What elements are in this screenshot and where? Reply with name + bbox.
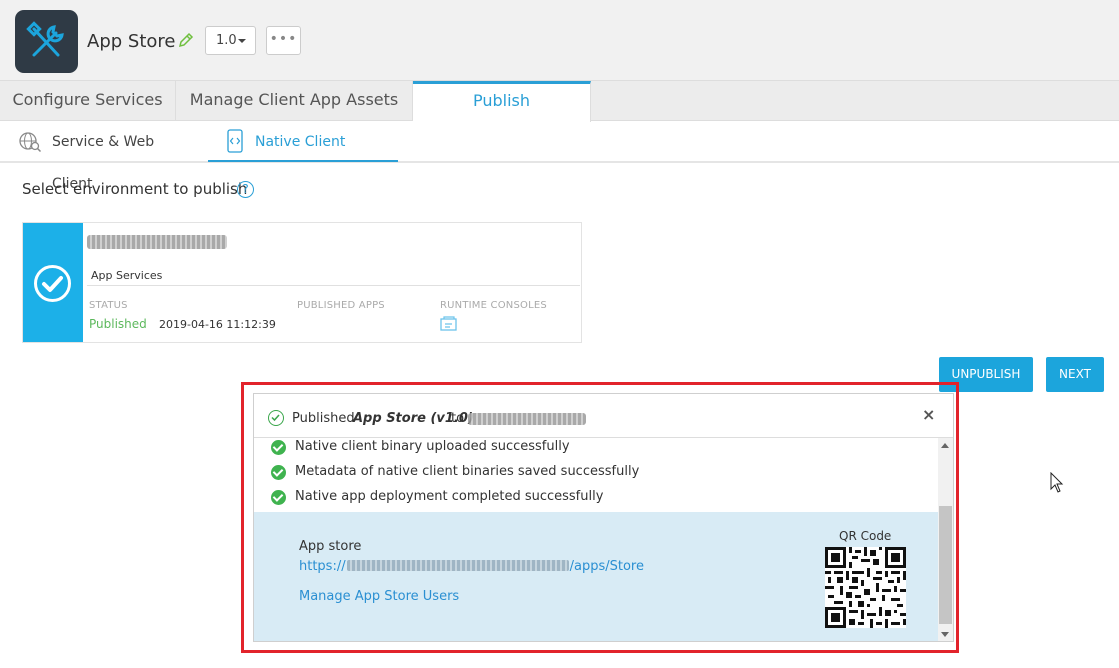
status-date: 2019-04-16 11:12:39 xyxy=(159,318,276,331)
success-icon xyxy=(271,490,286,505)
tab-manage-client-app-assets[interactable]: Manage Client App Assets xyxy=(176,81,413,121)
version-dropdown[interactable]: 1.0 xyxy=(205,26,256,55)
main-tabs: Configure Services Manage Client App Ass… xyxy=(0,80,1119,122)
version-value: 1.0 xyxy=(216,33,237,48)
chevron-down-icon xyxy=(238,39,246,43)
environment-heading: Select environment to publish xyxy=(22,180,248,198)
dialog-title-to: to xyxy=(451,411,465,426)
app-store-info: App store https:// /apps/Store Manage App… xyxy=(254,512,938,641)
url-redacted xyxy=(346,560,569,571)
scrollbar-thumb[interactable] xyxy=(939,506,952,624)
dialog-header: Published App Store (v1.0) to × xyxy=(254,394,953,438)
mobile-code-icon xyxy=(227,129,243,153)
manage-app-store-users-link[interactable]: Manage App Store Users xyxy=(299,589,459,604)
success-icon xyxy=(271,465,286,480)
status-value: Published xyxy=(89,317,147,331)
environment-name-redacted xyxy=(468,413,586,425)
app-icon xyxy=(15,10,78,73)
runtime-console-icon[interactable] xyxy=(440,316,458,336)
environment-name-redacted xyxy=(87,235,227,249)
runtime-consoles-header: RUNTIME CONSOLES xyxy=(440,300,547,311)
subtab-native-client[interactable]: Native Client xyxy=(208,121,398,162)
next-button[interactable]: NEXT xyxy=(1046,357,1104,392)
app-title: App Store xyxy=(87,31,176,52)
help-icon[interactable]: ? xyxy=(237,181,254,198)
message-text: Metadata of native client binaries saved… xyxy=(295,464,640,479)
edit-icon[interactable] xyxy=(178,32,194,52)
app-store-label: App store xyxy=(299,539,362,554)
check-icon xyxy=(34,265,71,302)
message-text: Native client binary uploaded successful… xyxy=(295,439,570,454)
publish-result-dialog: Published App Store (v1.0) to × Native c… xyxy=(253,393,954,642)
selected-indicator xyxy=(23,223,83,342)
qr-code-label: QR Code xyxy=(839,529,892,543)
app-header: App Store 1.0 ••• xyxy=(0,0,1119,80)
qr-code-icon xyxy=(825,547,906,628)
status-header: STATUS xyxy=(89,300,128,311)
tools-icon xyxy=(26,21,64,57)
scrollbar[interactable] xyxy=(938,438,953,641)
success-check-icon xyxy=(268,410,284,426)
mouse-cursor-icon xyxy=(1050,472,1064,493)
url-suffix: /apps/Store xyxy=(569,559,644,574)
globe-search-icon xyxy=(19,132,42,153)
environment-card[interactable]: App Services STATUS PUBLISHED APPS RUNTI… xyxy=(22,222,582,343)
url-prefix: https:// xyxy=(299,559,346,574)
environment-type: App Services xyxy=(91,269,163,282)
scroll-down-icon[interactable] xyxy=(941,632,949,637)
subtab-service-web-client[interactable]: Service & Web Client xyxy=(18,121,198,192)
close-icon[interactable]: × xyxy=(922,405,935,424)
subtab-label: Native Client xyxy=(255,134,346,150)
app-store-url[interactable]: https:// /apps/Store xyxy=(299,559,644,574)
tab-publish[interactable]: Publish xyxy=(413,81,591,122)
sub-tabs: Service & Web Client Native Client xyxy=(0,121,1119,192)
published-apps-header: PUBLISHED APPS xyxy=(297,300,385,311)
scroll-up-icon[interactable] xyxy=(941,443,949,448)
success-icon xyxy=(271,440,286,455)
tab-configure-services[interactable]: Configure Services xyxy=(0,81,176,121)
divider xyxy=(87,285,580,286)
dialog-title-prefix: Published xyxy=(292,411,355,426)
message-text: Native app deployment completed successf… xyxy=(295,489,604,504)
more-options-button[interactable]: ••• xyxy=(266,26,301,55)
